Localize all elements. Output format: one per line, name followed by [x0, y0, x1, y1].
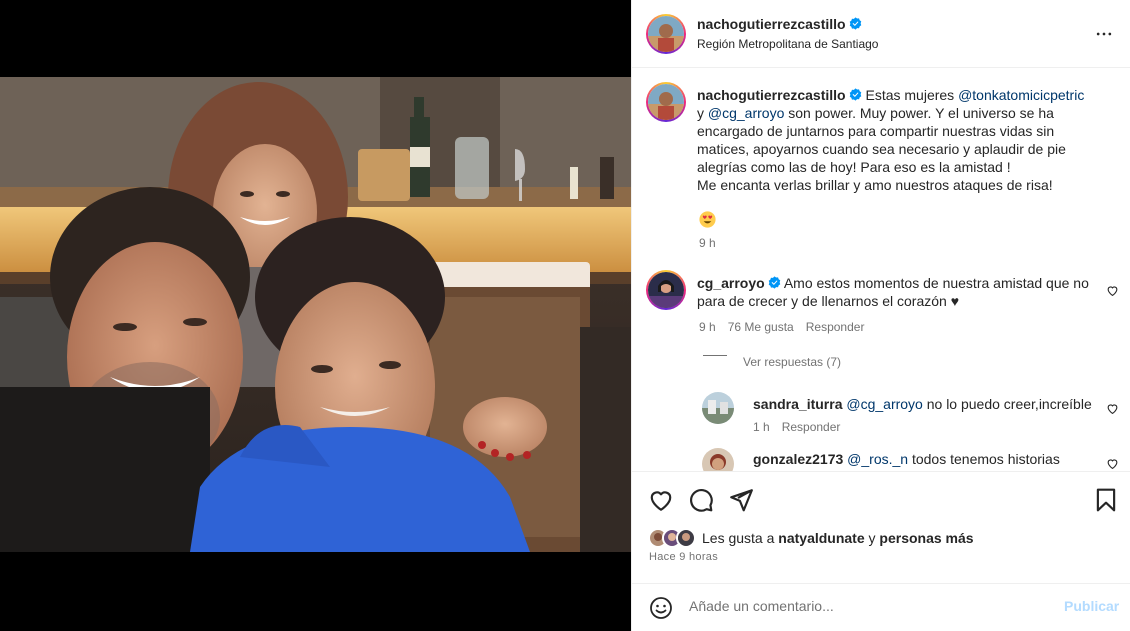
reply-like-heart-icon[interactable] — [1106, 402, 1119, 415]
emoji-icon[interactable] — [649, 596, 673, 620]
comment-time: 9 h — [699, 320, 716, 334]
post-location[interactable]: Región Metropolitana de Santiago — [697, 37, 878, 51]
comments-list[interactable]: nachogutierrezcastillo Estas mujeres @to… — [632, 68, 1130, 471]
replies-divider — [703, 355, 727, 356]
likes-summary: Les gusta a natyaldunate y personas más — [648, 528, 1068, 548]
reply-like-heart-icon[interactable] — [1106, 457, 1119, 470]
reply-avatar[interactable] — [702, 392, 734, 424]
caption-text: nachogutierrezcastillo Estas mujeres @to… — [697, 86, 1092, 194]
comment-text: cg_arroyo Amo estos momentos de nuestra … — [697, 274, 1092, 310]
reply-button[interactable]: Responder — [782, 420, 841, 434]
post-timestamp[interactable]: Hace 9 horas — [649, 551, 718, 563]
reply-avatar[interactable] — [702, 448, 734, 471]
caption-username[interactable]: nachogutierrezcastillo — [697, 87, 846, 103]
caption-text-part: Me encanta verlas brillar y amo nuestros… — [697, 177, 1053, 193]
post-header: nachogutierrezcastillo Región Metropolit… — [632, 0, 1130, 68]
caption-avatar[interactable] — [646, 82, 686, 122]
mention-link[interactable]: @tonkatomicicpetric — [958, 87, 1084, 103]
comment-likes-count[interactable]: 76 Me gusta — [728, 320, 794, 334]
publish-button[interactable]: Publicar — [1064, 598, 1119, 614]
likes-others-button[interactable]: personas más — [879, 530, 973, 546]
comment-meta: 9 h 76 Me gusta Responder — [699, 320, 876, 334]
reply-text: sandra_iturra @cg_arroyo no lo puedo cre… — [753, 395, 1093, 413]
comment-like-heart-icon[interactable] — [1106, 284, 1119, 297]
likes-suffix: y — [864, 530, 880, 546]
comment-username[interactable]: cg_arroyo — [697, 275, 765, 291]
heart-eyes-emoji — [699, 211, 716, 228]
mention-link[interactable]: @_ros._n — [847, 451, 908, 467]
selfie-photo — [0, 77, 631, 552]
view-replies-button[interactable]: Ver respuestas (7) — [743, 355, 841, 369]
bookmark-icon[interactable] — [1093, 487, 1119, 513]
comment-avatar[interactable] — [646, 270, 686, 310]
caption-text-part: Estas mujeres — [865, 87, 959, 103]
verified-badge-icon — [768, 276, 780, 289]
author-avatar[interactable] — [646, 14, 686, 54]
caption-text-part: y — [697, 105, 708, 121]
verified-badge-icon — [849, 88, 861, 101]
heart-icon[interactable] — [648, 487, 674, 513]
reply-username[interactable]: sandra_iturra — [753, 396, 842, 412]
reply-time: 1 h — [753, 420, 770, 434]
reply-body: todos tenemos historias — [908, 451, 1060, 467]
post-actions: Les gusta a natyaldunate y personas más … — [632, 471, 1130, 631]
author-username[interactable]: nachogutierrezcastillo — [697, 16, 862, 32]
more-options-icon[interactable] — [1094, 24, 1114, 44]
reply-body: no lo puedo creer,increíble — [922, 396, 1092, 412]
verified-badge-icon — [849, 17, 861, 30]
likes-text: Les gusta a natyaldunate y personas más — [702, 530, 974, 546]
reply-text: gonzalez2173 @_ros._n todos tenemos hist… — [753, 450, 1093, 468]
comment-input[interactable] — [689, 598, 1009, 614]
post-media — [0, 0, 631, 631]
comment-icon[interactable] — [688, 487, 714, 513]
share-icon[interactable] — [728, 487, 754, 513]
liker-avatar[interactable] — [676, 528, 696, 548]
caption-time: 9 h — [699, 236, 716, 250]
reply-meta: 1 h Responder — [753, 420, 852, 434]
mention-link[interactable]: @cg_arroyo — [846, 396, 922, 412]
reply-username[interactable]: gonzalez2173 — [753, 451, 843, 467]
reply-button[interactable]: Responder — [806, 320, 865, 334]
likes-prefix: Les gusta a — [702, 530, 779, 546]
post-photo[interactable] — [0, 77, 631, 552]
add-comment-bar: Publicar — [632, 583, 1130, 631]
post-panel: nachogutierrezcastillo Región Metropolit… — [631, 0, 1130, 631]
mention-link[interactable]: @cg_arroyo — [708, 105, 784, 121]
liker-username[interactable]: natyaldunate — [778, 530, 864, 546]
